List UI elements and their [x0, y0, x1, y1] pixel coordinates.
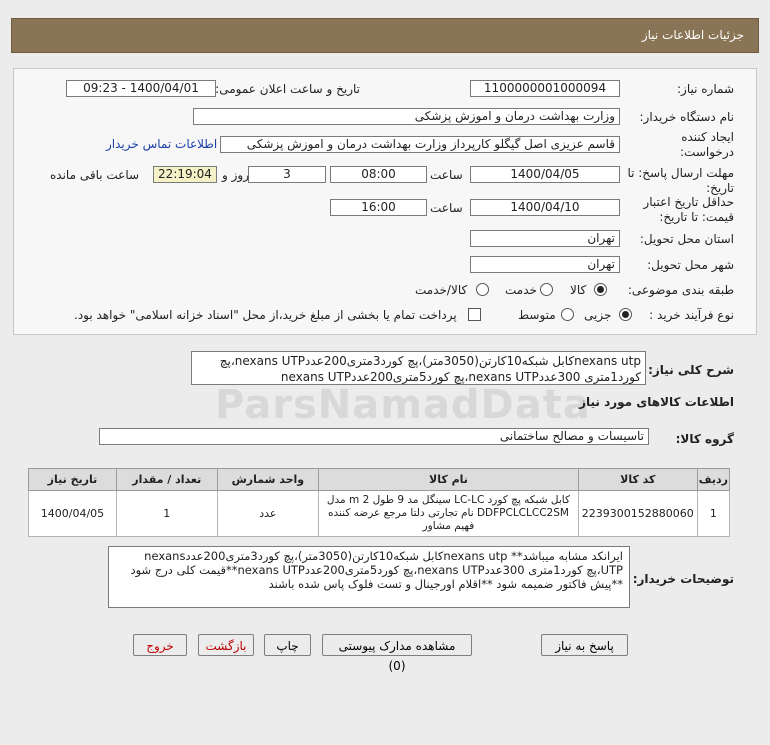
cell-name: کابل شبکه پچ کورد LC-LC سینگل مد 9 طول 2… — [318, 490, 579, 537]
deadline-time-field: 08:00 — [330, 166, 427, 183]
table-row: 1 2239300152880060 کابل شبکه پچ کورد LC-… — [28, 490, 731, 537]
announce-label: تاریخ و ساعت اعلان عمومی: — [215, 82, 360, 96]
cell-row: 1 — [696, 490, 731, 537]
validity-time-label: ساعت — [430, 201, 463, 215]
province-label: استان محل تحویل: — [639, 232, 734, 246]
category-label: طبقه بندی موضوعی: — [627, 283, 734, 297]
treasury-checkbox[interactable] — [468, 307, 481, 321]
category-service-radio[interactable] — [540, 282, 553, 296]
creator-field: قاسم عزیزی اصل گیگلو کارپرداز وزارت بهدا… — [220, 136, 620, 153]
days-label: روز و — [222, 168, 249, 182]
remaining-time-field: 22:19:04 — [153, 166, 217, 183]
col-qty: تعداد / مقدار — [115, 468, 218, 491]
announce-field: 1400/04/01 - 09:23 — [66, 80, 216, 97]
watermark: ParsNamadData — [215, 382, 591, 428]
col-date: تاریخ نیاز — [28, 468, 117, 491]
cell-unit: عدد — [216, 490, 320, 537]
validity-label: حداقل تاریخ اعتبار قیمت: تا تاریخ: — [643, 195, 734, 224]
cell-date: 1400/04/05 — [28, 490, 117, 537]
contact-buyer-link[interactable]: اطلاعات تماس خریدار — [106, 137, 217, 151]
cell-code: 2239300152880060 — [577, 490, 698, 537]
province-field: تهران — [470, 230, 620, 247]
buyer-desc-field: ایرانکد مشابه میباشد** nexans utpکابل شب… — [108, 546, 630, 608]
creator-label: ایجاد کننده درخواست: — [680, 130, 734, 159]
process-label: نوع فرآیند خرید : — [649, 308, 734, 322]
category-service-label: خدمت — [505, 283, 537, 297]
deadline-time-label: ساعت — [430, 168, 463, 182]
table-header-row: ردیف کد کالا نام کالا واحد شمارش تعداد /… — [28, 468, 731, 491]
goods-group-field: تاسیسات و مصالح ساختمانی — [99, 428, 649, 445]
process-medium-label: متوسط — [518, 308, 556, 322]
remaining-time-label: ساعت باقی مانده — [50, 168, 140, 182]
validity-time-field: 16:00 — [330, 199, 427, 216]
attachments-button[interactable]: مشاهده مدارک پیوستی (0) — [322, 634, 472, 673]
category-goods-label: کالا — [570, 283, 587, 297]
city-label: شهر محل تحویل: — [647, 258, 734, 272]
page-header: جزئیات اطلاعات نیاز — [11, 18, 759, 53]
treasury-note: پرداخت تمام یا بخشی از مبلغ خرید،از محل … — [74, 308, 457, 322]
category-goods-radio[interactable] — [594, 282, 607, 296]
summary-label: شرح کلی نیاز: — [648, 363, 734, 377]
goods-info-title: اطلاعات کالاهای مورد نیاز — [579, 395, 734, 409]
process-partial-radio[interactable] — [619, 307, 632, 321]
need-number-label: شماره نیاز: — [677, 82, 734, 96]
process-partial-label: جزیی — [584, 308, 612, 322]
buyer-org-field: وزارت بهداشت درمان و اموزش پزشکی — [193, 108, 620, 125]
deadline-date-field: 1400/04/05 — [470, 166, 620, 183]
days-field: 3 — [248, 166, 326, 183]
process-medium-radio[interactable] — [561, 307, 574, 321]
goods-group-label: گروه کالا: — [675, 432, 734, 446]
buyer-org-label: نام دستگاه خریدار: — [639, 110, 735, 124]
reply-button[interactable]: پاسخ به نیاز — [541, 634, 628, 656]
validity-date-field: 1400/04/10 — [470, 199, 620, 216]
exit-button[interactable]: خروج — [133, 634, 187, 656]
category-both-label: کالا/خدمت — [415, 283, 468, 297]
col-code: کد کالا — [577, 468, 698, 491]
deadline-label: مهلت ارسال پاسخ: تا تاریخ: — [627, 166, 734, 195]
col-name: نام کالا — [318, 468, 579, 491]
print-button[interactable]: چاپ — [264, 634, 311, 656]
back-button[interactable]: بازگشت — [198, 634, 254, 656]
need-number-field: 1100000001000094 — [470, 80, 620, 97]
buyer-desc-label: توضیحات خریدار: — [632, 572, 734, 586]
summary-field: nexans utpکابل شبکه10کارتن(3050متر)،پچ ک… — [191, 351, 646, 385]
col-row: ردیف — [696, 468, 731, 491]
col-unit: واحد شمارش — [216, 468, 320, 491]
page-title: جزئیات اطلاعات نیاز — [641, 28, 744, 42]
category-both-radio[interactable] — [476, 282, 489, 296]
city-field: تهران — [470, 256, 620, 273]
cell-qty: 1 — [115, 490, 218, 537]
items-table: ردیف کد کالا نام کالا واحد شمارش تعداد /… — [28, 468, 731, 537]
